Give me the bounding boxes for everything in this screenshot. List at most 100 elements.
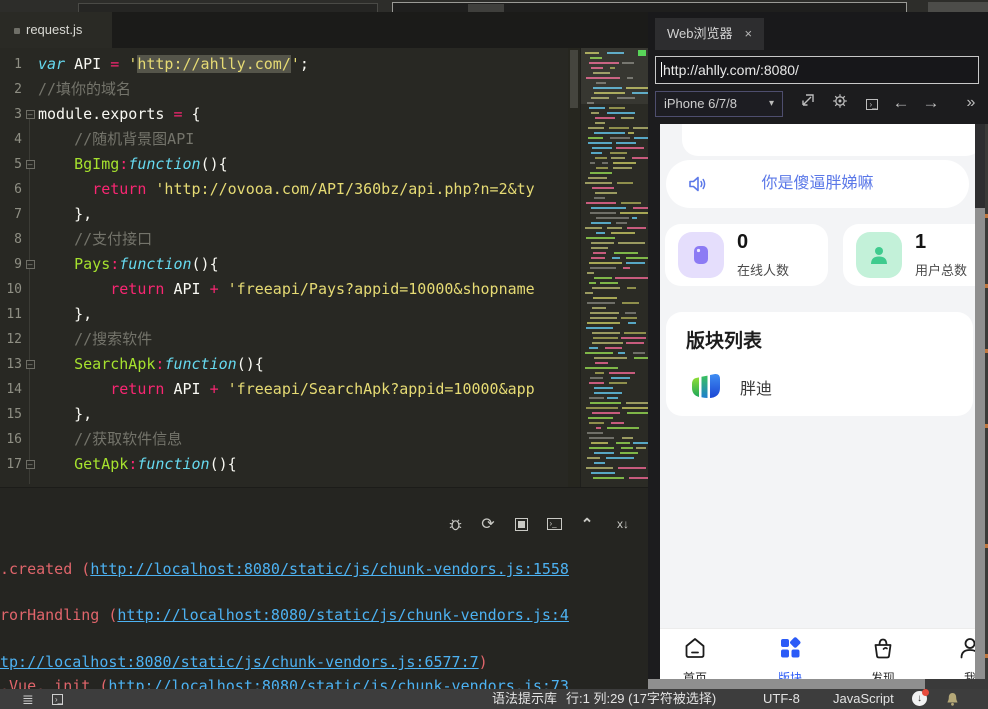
more-tools-icon[interactable]: » [961, 93, 981, 113]
preview-horizontal-scrollbar[interactable] [648, 679, 988, 689]
top-toolbar-strip [0, 0, 988, 12]
stack-trace-link[interactable]: http://localhost:8080/static/js/chunk-ve… [90, 560, 569, 578]
preview-vertical-scrollbar[interactable] [975, 124, 985, 691]
detach-window-icon[interactable] [797, 93, 817, 113]
code-line[interactable]: 13– SearchApk:function(){ [0, 352, 578, 377]
stack-trace-link[interactable]: http://localhost:8080/static/js/chunk-ve… [117, 606, 569, 624]
line-number: 6 [0, 177, 22, 202]
syntax-lib-status[interactable]: 语法提示库 [492, 689, 557, 709]
phone-icon [678, 232, 724, 278]
code-text: //随机背景图API [38, 127, 578, 152]
line-number: 14 [0, 377, 22, 402]
search-bar-remnant[interactable] [682, 124, 975, 156]
code-text: module.exports = { [38, 102, 578, 127]
line-number: 10 [0, 277, 22, 302]
code-line[interactable]: 9– Pays:function(){ [0, 252, 578, 277]
code-line[interactable]: 12 //搜索软件 [0, 327, 578, 352]
code-text: //支付接口 [38, 227, 578, 252]
code-text: return API + 'freeapi/Pays?appid=10000&s… [38, 277, 578, 302]
fold-marker-icon [22, 227, 38, 252]
code-line[interactable]: 7 }, [0, 202, 578, 227]
stat-card[interactable]: 1用户总数 [843, 224, 975, 286]
home-icon [682, 648, 708, 665]
code-line[interactable]: 4 //随机背景图API [0, 127, 578, 152]
language-status[interactable]: JavaScript [833, 689, 894, 709]
fold-marker-icon [22, 77, 38, 102]
person-icon [957, 648, 975, 665]
outline-list-icon[interactable]: ≣ [22, 691, 34, 708]
tab-web-browser[interactable]: Web浏览器× [655, 18, 764, 50]
run-button[interactable] [928, 2, 988, 12]
cursor-position-status[interactable]: 行:1 列:29 (17字符被选择) [566, 689, 716, 709]
fold-marker-icon[interactable]: – [22, 102, 38, 127]
board-list-card: 版块列表 胖迪 [666, 312, 973, 416]
list-item[interactable]: 胖迪 [686, 364, 772, 409]
line-number: 9 [0, 252, 22, 277]
line-number: 12 [0, 327, 22, 352]
editor-scrollbar[interactable] [568, 48, 580, 487]
console-line: tp://localhost:8080/static/js/chunk-vend… [0, 653, 488, 671]
line-number: 8 [0, 227, 22, 252]
console-line: .created (http://localhost:8080/static/j… [0, 560, 569, 578]
code-line[interactable]: 16 //获取软件信息 [0, 427, 578, 452]
forward-arrow-icon[interactable]: → [921, 93, 941, 113]
editor-pane: request.js 1var API = 'http://ahlly.com/… [0, 12, 648, 689]
back-arrow-icon[interactable]: ← [891, 93, 911, 113]
code-line[interactable]: 11 }, [0, 302, 578, 327]
tab-request-js[interactable]: request.js [0, 12, 112, 48]
line-number: 5 [0, 152, 22, 177]
gear-icon[interactable] [830, 93, 850, 113]
tab-title: request.js [26, 22, 82, 37]
fold-marker-icon [22, 177, 38, 202]
encoding-status[interactable]: UTF-8 [763, 689, 800, 709]
minimap[interactable] [580, 48, 648, 487]
url-input[interactable]: http://ahlly.com/:8080/ [655, 56, 979, 84]
fold-marker-icon [22, 127, 38, 152]
code-line[interactable]: 17– GetApk:function(){ [0, 452, 578, 477]
code-line[interactable]: 2//填你的域名 [0, 77, 578, 102]
minimap-viewport[interactable] [581, 48, 648, 104]
browser-tabbar: Web浏览器× [648, 12, 988, 50]
code-editor[interactable]: 1var API = 'http://ahlly.com/';2//填你的域名3… [0, 48, 648, 487]
code-line[interactable]: 3–module.exports = { [0, 102, 578, 127]
device-label: iPhone 6/7/8 [664, 96, 737, 111]
code-text: Pays:function(){ [38, 252, 578, 277]
code-line[interactable]: 1var API = 'http://ahlly.com/'; [0, 52, 578, 77]
bell-icon[interactable] [946, 692, 959, 709]
stat-value: 0 [737, 231, 748, 254]
terminal-icon[interactable]: ›_ [862, 93, 882, 113]
fold-marker-icon [22, 52, 38, 77]
code-line[interactable]: 5– BgImg:function(){ [0, 152, 578, 177]
fold-marker-icon [22, 377, 38, 402]
mobile-preview: 你是傻逼胖娣嘛 0在线人数1用户总数 版块列表 [660, 124, 975, 691]
statusbar: ≣ ›_ 语法提示库 行:1 列:29 (17字符被选择) UTF-8 Java… [0, 689, 988, 709]
fold-marker-icon [22, 202, 38, 227]
code-line[interactable]: 8 //支付接口 [0, 227, 578, 252]
console-output: .created (http://localhost:8080/static/j… [0, 488, 648, 690]
board-list-title: 版块列表 [686, 326, 762, 353]
fold-marker-icon[interactable]: – [22, 252, 38, 277]
code-line[interactable]: 10 return API + 'freeapi/Pays?appid=1000… [0, 277, 578, 302]
stat-card[interactable]: 0在线人数 [665, 224, 828, 286]
url-text: http://ahlly.com/:8080/ [663, 62, 799, 78]
fold-marker-icon[interactable]: – [22, 452, 38, 477]
code-line[interactable]: 15 }, [0, 402, 578, 427]
stack-trace-link[interactable]: tp://localhost:8080/static/js/chunk-vend… [0, 653, 479, 671]
notice-bar[interactable]: 你是傻逼胖娣嘛 [666, 160, 969, 208]
line-number: 4 [0, 127, 22, 152]
code-line[interactable]: 6 return 'http://ovooa.com/API/360bz/api… [0, 177, 578, 202]
fold-marker-icon[interactable]: – [22, 152, 38, 177]
error-text: .created ( [0, 560, 90, 578]
fold-marker-icon [22, 277, 38, 302]
statusbar-terminal-icon[interactable]: ›_ [52, 691, 63, 705]
code-line[interactable]: 14 return API + 'freeapi/SearchApk?appid… [0, 377, 578, 402]
search-option-button[interactable] [468, 4, 504, 12]
close-icon[interactable]: × [745, 26, 753, 41]
text-cursor [661, 62, 662, 77]
line-number: 2 [0, 77, 22, 102]
device-select[interactable]: iPhone 6/7/8 ▾ [655, 91, 783, 117]
code-text: GetApk:function(){ [38, 452, 578, 477]
code-text: }, [38, 402, 578, 427]
fold-marker-icon[interactable]: – [22, 352, 38, 377]
notice-text: 你是傻逼胖娣嘛 [666, 160, 969, 208]
